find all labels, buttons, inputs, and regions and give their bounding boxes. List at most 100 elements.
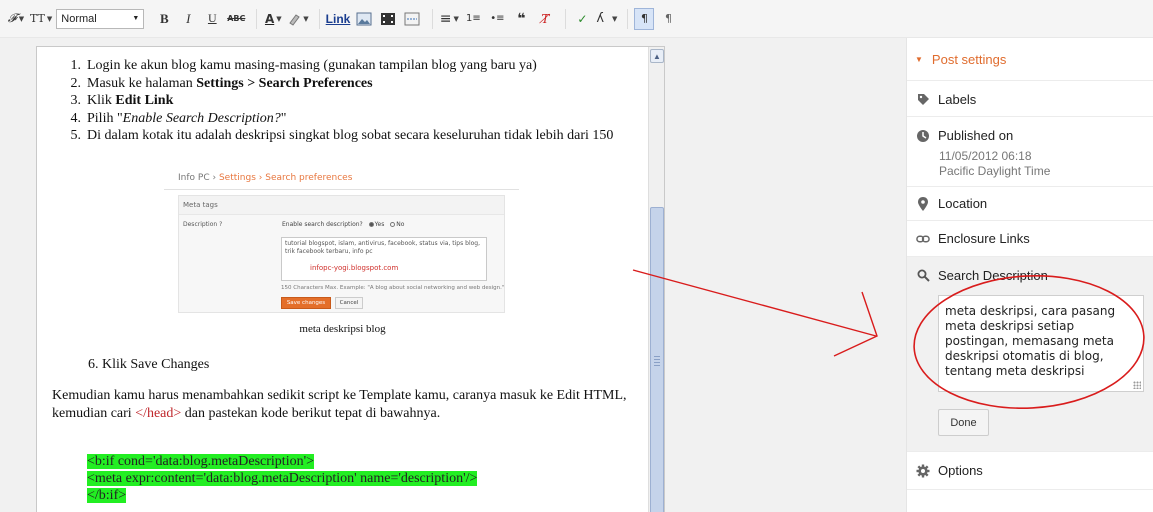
code-line: </b:if> bbox=[87, 488, 127, 503]
alignment-button[interactable]: ≡ ▼ bbox=[439, 8, 459, 30]
scroll-up-icon[interactable]: ▲ bbox=[650, 49, 664, 63]
list-number: 1. bbox=[70, 58, 82, 73]
list-number: 3. bbox=[70, 93, 82, 108]
link-label: Link bbox=[325, 11, 351, 26]
list-item-text: Klik bbox=[87, 93, 116, 108]
chevron-down-icon: ▼ bbox=[276, 14, 282, 23]
italic-button[interactable]: I bbox=[178, 8, 198, 30]
published-on-label: Published on bbox=[938, 128, 1014, 143]
post-settings-title: Post settings bbox=[931, 52, 1007, 67]
chevron-down-icon: ▼ bbox=[612, 14, 618, 23]
bulleted-list-icon: •≡ bbox=[490, 13, 505, 24]
post-settings-header[interactable]: ▼ Post settings bbox=[907, 38, 1153, 81]
quote-button[interactable]: ❝ bbox=[511, 8, 531, 30]
list-item: 1. Login ke akun blog kamu masing-masing … bbox=[51, 57, 613, 75]
toolbar-divider bbox=[627, 8, 629, 29]
figure-cancel-button: Cancel bbox=[335, 297, 363, 309]
rtl-icon: ¶ bbox=[664, 12, 672, 25]
spellcheck-icon: ✓ bbox=[577, 11, 588, 26]
image-icon bbox=[356, 12, 372, 25]
remove-format-icon: T̸ bbox=[541, 11, 550, 26]
numbered-list-button[interactable]: 1≡ bbox=[463, 8, 483, 30]
labels-section[interactable]: Labels bbox=[907, 81, 1153, 117]
list-item: 4. Pilih "Enable Search Description?" bbox=[51, 110, 613, 128]
remove-formatting-button[interactable]: T̸ bbox=[535, 8, 555, 30]
step-six: 6. Klik Save Changes bbox=[88, 357, 210, 372]
toolbar-divider bbox=[318, 8, 320, 29]
format-select-value: Normal bbox=[61, 12, 97, 25]
labels-label: Labels bbox=[938, 92, 977, 107]
video-icon bbox=[381, 12, 396, 25]
format-select[interactable]: Normal ▼ bbox=[56, 8, 145, 29]
code-line: <b:if cond='data:blog.metaDescription'> bbox=[87, 454, 315, 469]
list-item: 2. Masuk ke halaman Settings > Search Pre… bbox=[51, 75, 613, 93]
location-section[interactable]: Location bbox=[907, 187, 1153, 221]
options-section[interactable]: Options bbox=[907, 452, 1153, 490]
gear-icon bbox=[916, 464, 930, 478]
list-item-text: Masuk ke halaman bbox=[87, 75, 197, 91]
underline-button[interactable]: U bbox=[202, 8, 222, 30]
figure-description-label: Description ? bbox=[183, 221, 223, 228]
strikethrough-button[interactable]: ABC bbox=[226, 8, 246, 30]
chevron-down-icon: ▼ bbox=[132, 15, 140, 22]
insert-image-button[interactable] bbox=[354, 8, 374, 30]
enclosure-links-section[interactable]: Enclosure Links bbox=[907, 221, 1153, 257]
insert-jump-break-button[interactable] bbox=[402, 8, 422, 30]
post-settings-panel: ▼ Post settings Labels Published on 11/0… bbox=[906, 38, 1153, 512]
figure-meta-inner: Description ? Enable search description?… bbox=[179, 214, 504, 312]
figure-breadcrumb: Info PC › Settings › Search preferences bbox=[178, 173, 352, 183]
bulleted-list-button[interactable]: •≡ bbox=[487, 8, 507, 30]
resize-handle-icon[interactable] bbox=[1133, 381, 1141, 389]
ltr-icon: ¶ bbox=[640, 12, 648, 25]
search-description-value: meta deskripsi, cara pasang meta deskrip… bbox=[945, 304, 1116, 378]
editor-toolbar: 𝓕 ▼ TT ▼ Normal ▼ B I U ABC A ▼ ▼ Link ≡ ▼ 1≡… bbox=[0, 0, 1153, 38]
published-timezone: Pacific Daylight Time bbox=[939, 164, 1051, 178]
align-icon: ≡ bbox=[439, 10, 452, 27]
done-button[interactable]: Done bbox=[938, 409, 989, 436]
input-tools-button[interactable]: ʎ ▼ bbox=[596, 8, 617, 30]
font-size-button[interactable]: TT ▼ bbox=[30, 8, 52, 30]
figure-yes: Yes bbox=[374, 221, 385, 228]
search-description-section: Search Description meta deskripsi, cara … bbox=[907, 257, 1153, 452]
search-description-input[interactable]: meta deskripsi, cara pasang meta deskrip… bbox=[938, 295, 1144, 392]
spellcheck-button[interactable]: ✓ bbox=[572, 8, 592, 30]
instruction-paragraph: Kemudian kamu harus menambahkan sedikit … bbox=[52, 387, 652, 422]
scrollbar-thumb[interactable] bbox=[650, 207, 664, 512]
figure-chars-hint: 150 Characters Max. Example: "A blog abo… bbox=[281, 285, 505, 291]
ltr-button[interactable]: ¶ bbox=[634, 7, 655, 30]
list-number: 5. bbox=[70, 128, 82, 143]
chevron-down-icon: ▼ bbox=[453, 14, 459, 23]
quote-icon: ❝ bbox=[517, 10, 526, 27]
list-item-bold: Settings > Search Preferences bbox=[196, 75, 373, 91]
highlight-color-button[interactable]: ▼ bbox=[287, 8, 309, 30]
link-button[interactable]: Link bbox=[326, 8, 351, 30]
figure-meta-tags: Meta tags bbox=[183, 201, 218, 209]
image-caption: meta deskripsi blog bbox=[299, 323, 386, 335]
code-block: <b:if cond='data:blog.metaDescription'> … bbox=[87, 453, 478, 504]
figure-breadcrumb-root: Info PC bbox=[178, 173, 210, 183]
options-label: Options bbox=[938, 463, 983, 478]
grip-icon bbox=[654, 356, 660, 357]
list-item-italic: Enable Search Description? bbox=[122, 110, 281, 126]
font-family-button[interactable]: 𝓕 ▼ bbox=[6, 8, 26, 30]
published-section[interactable]: Published on 11/05/2012 06:18 Pacific Da… bbox=[907, 117, 1153, 187]
figure-enable-label: Enable search description? bbox=[282, 221, 363, 228]
enclosure-links-label: Enclosure Links bbox=[938, 231, 1030, 246]
link-icon bbox=[916, 232, 930, 246]
figure-url-text: infopc-yogi.blogspot.com bbox=[310, 264, 399, 272]
editor-scrollbar[interactable]: ▲ bbox=[648, 47, 664, 512]
search-description-label: Search Description bbox=[938, 268, 1048, 283]
rtl-button[interactable]: ¶ bbox=[658, 8, 678, 30]
search-icon bbox=[916, 269, 930, 283]
font-color-button[interactable]: A ▼ bbox=[263, 8, 283, 30]
insert-video-button[interactable] bbox=[378, 8, 398, 30]
figure-textarea: tutorial blogspot, islam, antivirus, fac… bbox=[281, 237, 487, 281]
list-item-text: Login ke akun blog kamu masing-masing (g… bbox=[87, 58, 537, 73]
bold-button[interactable]: B bbox=[154, 8, 174, 30]
figure-breadcrumb-sep: › bbox=[258, 173, 263, 183]
font-family-icon: 𝓕 bbox=[7, 11, 17, 25]
toolbar-divider bbox=[565, 8, 567, 29]
paragraph-tag: </head> bbox=[135, 405, 182, 421]
radio-icon bbox=[390, 222, 396, 227]
post-body-editor[interactable]: 1. Login ke akun blog kamu masing-masing … bbox=[36, 46, 665, 512]
